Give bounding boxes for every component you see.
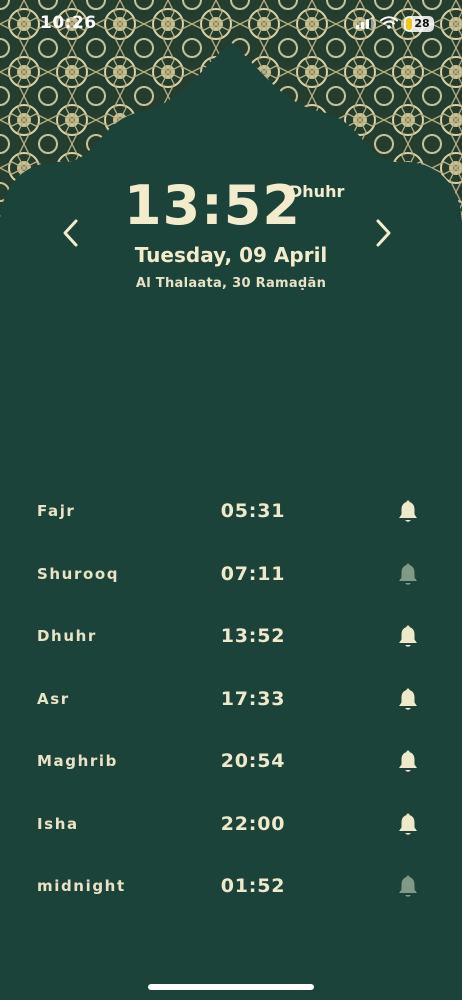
prayer-row-shurooq: Shurooq 07:11 [0, 549, 462, 612]
status-bar: 10:26 28 [0, 0, 462, 46]
prayer-time: 07:11 [220, 562, 286, 585]
prayer-name: Maghrib [37, 752, 118, 770]
bell-icon[interactable] [397, 750, 419, 774]
bell-icon[interactable] [397, 563, 419, 587]
prayer-time: 22:00 [220, 812, 286, 835]
prayer-time: 17:33 [220, 687, 286, 710]
wifi-icon [380, 14, 398, 33]
prayer-time: 20:54 [220, 750, 286, 772]
status-time: 10:26 [40, 13, 97, 33]
prayer-times-list: Fajr 05:31 Shurooq 07:11 Dhuhr 13:52 Asr… [0, 486, 462, 924]
bell-icon[interactable] [397, 813, 419, 837]
prayer-name: midnight [37, 877, 126, 895]
bell-icon[interactable] [397, 625, 419, 649]
prayer-name: Dhuhr [37, 627, 97, 645]
battery-icon: 28 [404, 15, 434, 32]
prayer-name: Shurooq [37, 564, 120, 583]
prayer-name: Fajr [37, 502, 76, 520]
battery-level: 28 [414, 17, 430, 30]
hijri-date: Al Thalaata, 30 Ramaḍān [135, 276, 327, 291]
prayer-name: Isha [37, 814, 79, 833]
gregorian-date: Tuesday, 09 April [134, 243, 328, 267]
current-prayer-label: Dhuhr [289, 182, 345, 201]
prayer-row-maghrib: Maghrib 20:54 [0, 736, 462, 799]
prayer-row-asr: Asr 17:33 [0, 674, 462, 737]
prayer-time: 13:52 [220, 625, 286, 647]
prayer-row-dhuhr: Dhuhr 13:52 [0, 611, 462, 674]
bell-icon[interactable] [397, 875, 419, 899]
prayer-time: 01:52 [220, 875, 286, 897]
bell-icon[interactable] [397, 688, 419, 712]
prayer-name: Asr [37, 689, 70, 708]
prayer-row-fajr: Fajr 05:31 [0, 486, 462, 549]
signal-icon [356, 14, 374, 33]
prayer-row-midnight: midnight 01:52 [0, 861, 462, 924]
current-time: 13:52 [124, 174, 301, 237]
home-indicator [148, 984, 314, 990]
status-icons: 28 [356, 14, 434, 33]
prayer-row-isha: Isha 22:00 [0, 799, 462, 862]
bell-icon[interactable] [397, 500, 419, 524]
prayer-time: 05:31 [220, 500, 286, 522]
